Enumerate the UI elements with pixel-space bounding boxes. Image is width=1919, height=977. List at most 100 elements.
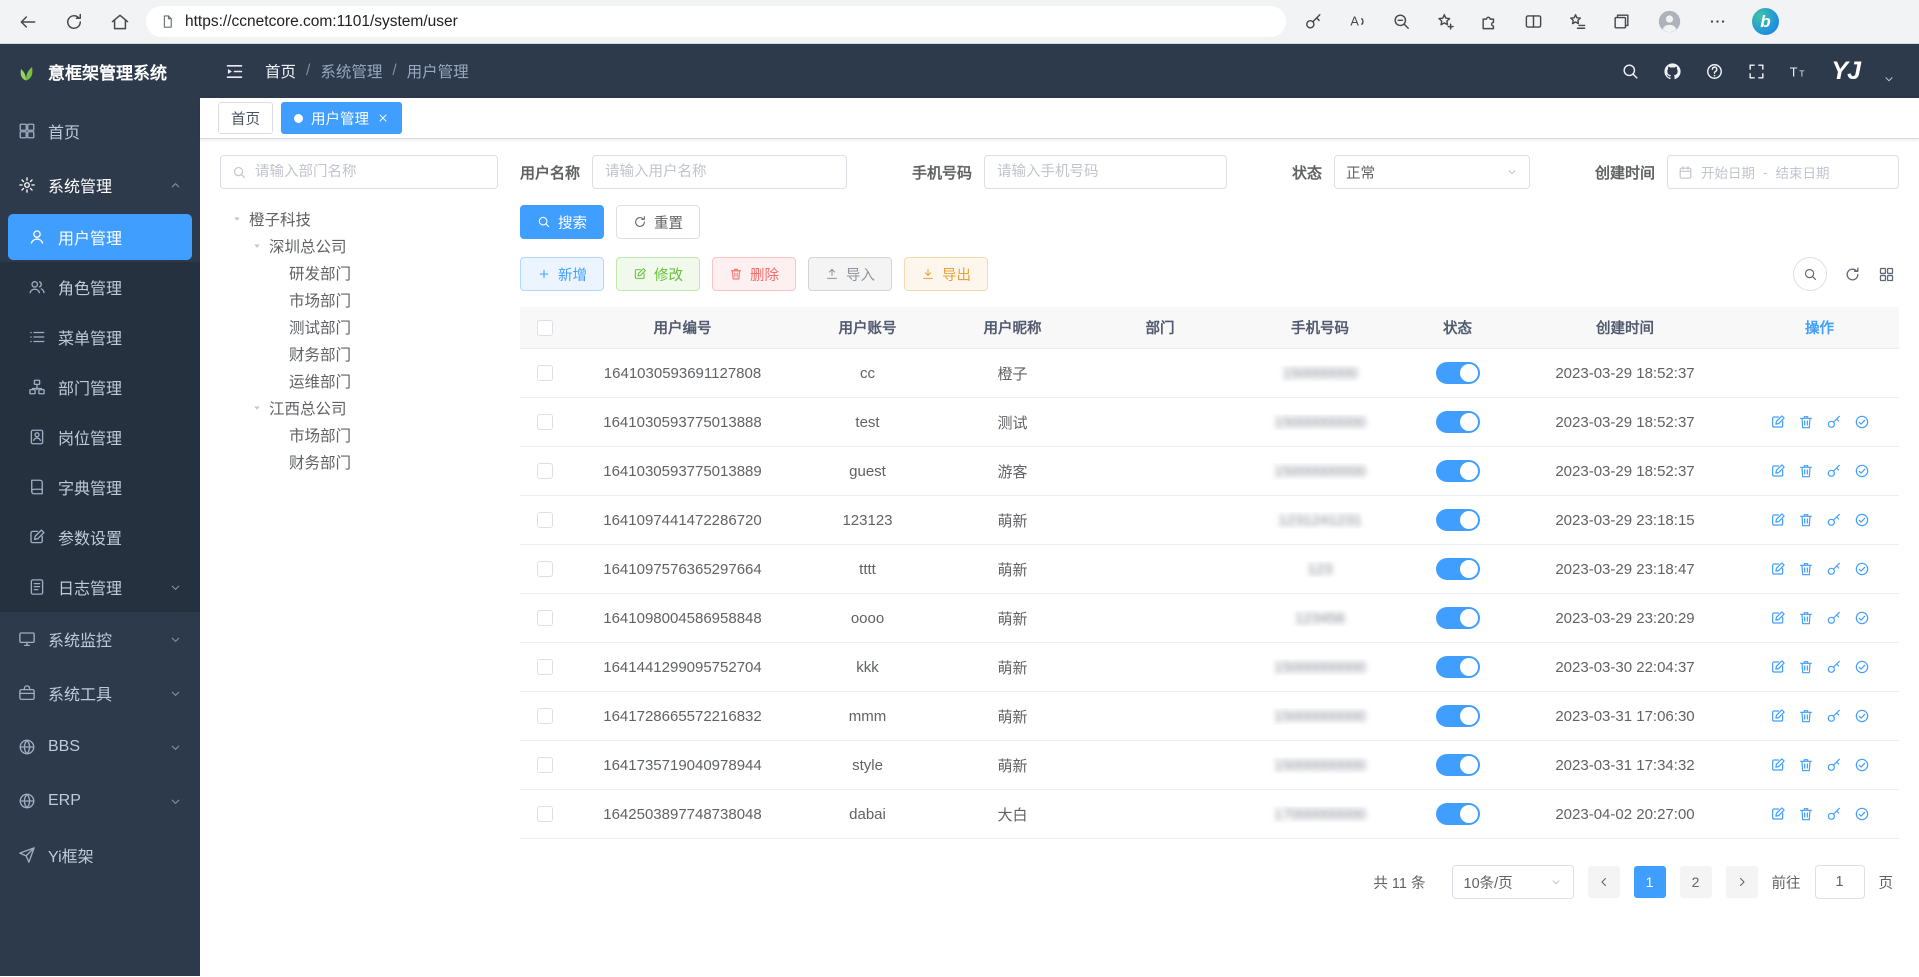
row-edit-icon[interactable] [1770, 806, 1786, 822]
row-edit-icon[interactable] [1770, 512, 1786, 528]
chevron-down-icon[interactable] [1883, 73, 1895, 85]
read-aloud-icon[interactable]: A [1348, 12, 1367, 31]
row-edit-icon[interactable] [1770, 414, 1786, 430]
status-toggle[interactable] [1436, 460, 1480, 482]
url-bar[interactable]: https://ccnetcore.com:1101/system/user [146, 6, 1286, 37]
sidebar-item[interactable]: 角色管理 [0, 262, 200, 312]
split-screen-icon[interactable] [1524, 12, 1543, 31]
tree-node[interactable]: 运维部门 [220, 367, 498, 394]
row-assign-role-icon[interactable] [1854, 463, 1870, 479]
sidebar-collapse-icon[interactable] [224, 61, 245, 82]
tree-node[interactable]: 橙子科技 [220, 205, 498, 232]
refresh-icon[interactable] [64, 12, 84, 32]
browser-home-icon[interactable] [110, 12, 130, 32]
breadcrumb-item[interactable]: 首页 [265, 60, 296, 82]
row-reset-password-icon[interactable] [1826, 806, 1842, 822]
refresh-table-icon[interactable] [1844, 266, 1861, 283]
row-delete-icon[interactable] [1798, 610, 1814, 626]
import-button[interactable]: 导入 [808, 257, 892, 291]
select-all-checkbox[interactable] [537, 320, 553, 336]
row-checkbox[interactable] [537, 659, 553, 675]
row-reset-password-icon[interactable] [1826, 610, 1842, 626]
row-delete-icon[interactable] [1798, 757, 1814, 773]
row-assign-role-icon[interactable] [1854, 757, 1870, 773]
font-size-icon[interactable]: TT [1789, 62, 1808, 81]
sidebar-item[interactable]: 系统监控 [0, 612, 200, 666]
row-assign-role-icon[interactable] [1854, 414, 1870, 430]
toggle-search-button[interactable] [1793, 257, 1827, 291]
browser-menu-icon[interactable] [1708, 12, 1727, 31]
sidebar-item[interactable]: 参数设置 [0, 512, 200, 562]
sidebar-item[interactable]: Yi框架 [0, 828, 200, 882]
status-toggle[interactable] [1436, 558, 1480, 580]
column-settings-icon[interactable] [1878, 266, 1895, 283]
status-toggle[interactable] [1436, 411, 1480, 433]
tree-node[interactable]: 财务部门 [220, 448, 498, 475]
tree-node[interactable]: 市场部门 [220, 421, 498, 448]
row-assign-role-icon[interactable] [1854, 512, 1870, 528]
status-toggle[interactable] [1436, 607, 1480, 629]
edit-button[interactable]: 修改 [616, 257, 700, 291]
phone-input[interactable] [984, 155, 1227, 189]
help-icon[interactable] [1705, 62, 1724, 81]
status-toggle[interactable] [1436, 362, 1480, 384]
row-checkbox[interactable] [537, 561, 553, 577]
row-assign-role-icon[interactable] [1854, 806, 1870, 822]
tree-node[interactable]: 财务部门 [220, 340, 498, 367]
row-checkbox[interactable] [537, 414, 553, 430]
row-edit-icon[interactable] [1770, 561, 1786, 577]
github-icon[interactable] [1663, 62, 1682, 81]
row-delete-icon[interactable] [1798, 806, 1814, 822]
row-edit-icon[interactable] [1770, 757, 1786, 773]
export-button[interactable]: 导出 [904, 257, 988, 291]
row-checkbox[interactable] [537, 610, 553, 626]
row-assign-role-icon[interactable] [1854, 610, 1870, 626]
delete-button[interactable]: 删除 [712, 257, 796, 291]
zoom-icon[interactable] [1392, 12, 1411, 31]
copilot-icon[interactable]: b [1752, 8, 1779, 35]
row-reset-password-icon[interactable] [1826, 708, 1842, 724]
row-checkbox[interactable] [537, 512, 553, 528]
sidebar-item[interactable]: 菜单管理 [0, 312, 200, 362]
profile-avatar[interactable] [1656, 8, 1683, 35]
tab-close-icon[interactable] [377, 112, 389, 124]
row-delete-icon[interactable] [1798, 561, 1814, 577]
tab-item[interactable]: 首页 [218, 102, 273, 134]
user-logo[interactable]: YJ [1831, 57, 1860, 86]
goto-page-input[interactable] [1815, 865, 1865, 899]
row-delete-icon[interactable] [1798, 512, 1814, 528]
extensions-icon[interactable] [1480, 12, 1499, 31]
row-checkbox[interactable] [537, 708, 553, 724]
reset-button[interactable]: 重置 [616, 205, 700, 239]
row-edit-icon[interactable] [1770, 610, 1786, 626]
row-delete-icon[interactable] [1798, 708, 1814, 724]
row-reset-password-icon[interactable] [1826, 414, 1842, 430]
status-toggle[interactable] [1436, 705, 1480, 727]
prev-page-button[interactable] [1588, 866, 1620, 898]
collections-icon[interactable] [1612, 12, 1631, 31]
add-favorite-icon[interactable] [1436, 12, 1455, 31]
row-edit-icon[interactable] [1770, 659, 1786, 675]
tree-node[interactable]: 深圳总公司 [220, 232, 498, 259]
row-delete-icon[interactable] [1798, 414, 1814, 430]
status-toggle[interactable] [1436, 656, 1480, 678]
back-icon[interactable] [18, 12, 38, 32]
row-checkbox[interactable] [537, 806, 553, 822]
next-page-button[interactable] [1726, 866, 1758, 898]
row-checkbox[interactable] [537, 757, 553, 773]
tree-node[interactable]: 研发部门 [220, 259, 498, 286]
search-button[interactable]: 搜索 [520, 205, 604, 239]
row-reset-password-icon[interactable] [1826, 659, 1842, 675]
sidebar-item[interactable]: ERP [0, 774, 200, 828]
page-size-select[interactable]: 10条/页 [1452, 865, 1574, 899]
sidebar-item[interactable]: 用户管理 [8, 214, 192, 260]
tree-node[interactable]: 江西总公司 [220, 394, 498, 421]
row-assign-role-icon[interactable] [1854, 659, 1870, 675]
username-input[interactable] [592, 155, 847, 189]
sidebar-item[interactable]: 系统工具 [0, 666, 200, 720]
date-range-picker[interactable]: 开始日期 - 结束日期 [1667, 155, 1899, 189]
row-checkbox[interactable] [537, 365, 553, 381]
sidebar-item[interactable]: 系统管理 [0, 158, 200, 212]
breadcrumb-item[interactable]: 系统管理 [320, 60, 382, 82]
row-checkbox[interactable] [537, 463, 553, 479]
